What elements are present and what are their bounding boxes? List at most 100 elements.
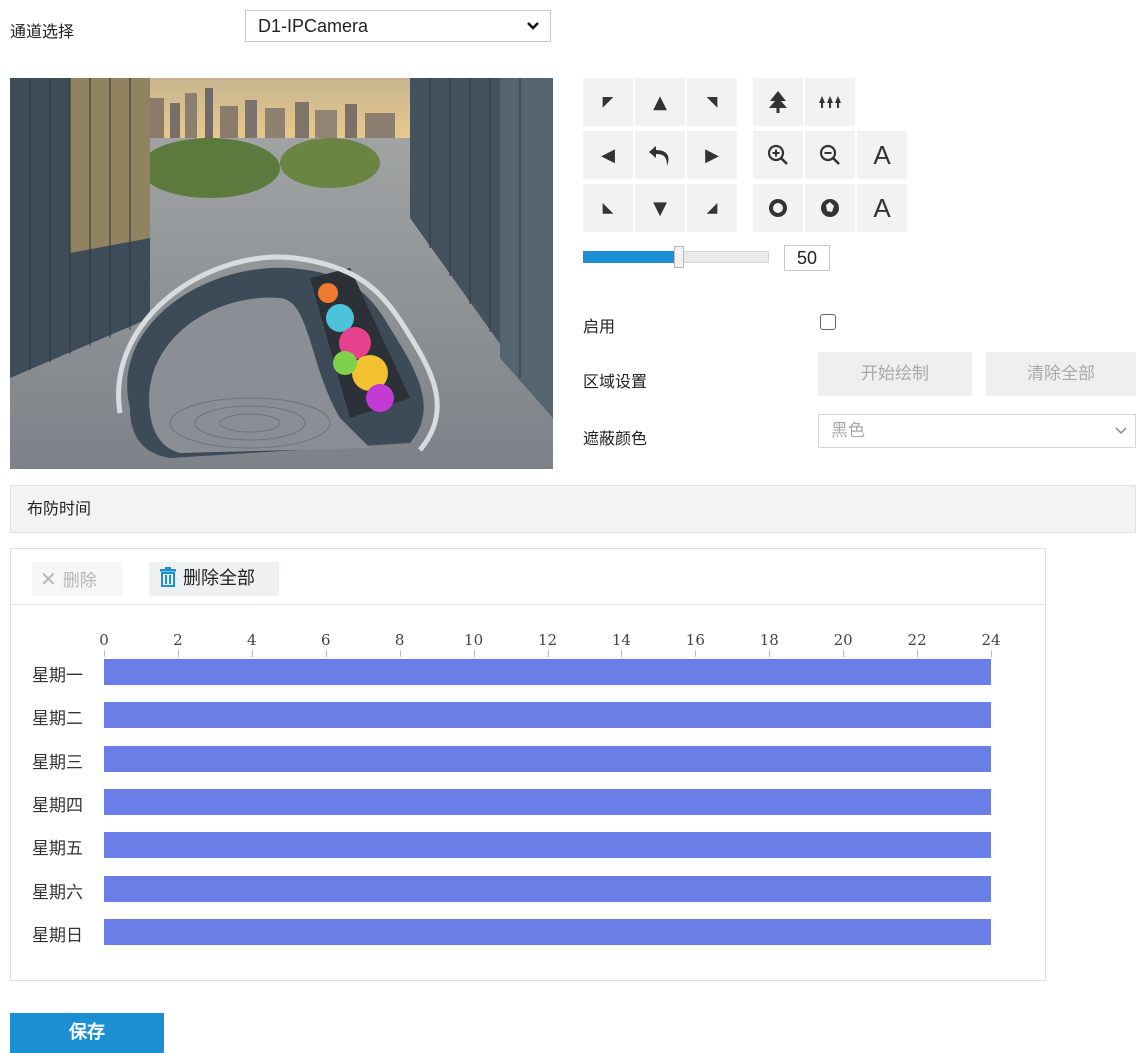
hour-tick-label: 22 [907,631,927,649]
arrow-down-icon: ▼ [653,197,667,219]
undo-arrow-icon [649,146,669,166]
channel-select-value: D1-IPCamera [258,16,369,36]
hour-tick-mark [769,650,771,657]
ptz-left-button[interactable]: ◀ [583,131,633,179]
day-label: 星期一 [32,666,83,686]
ptz-up-button[interactable]: ▲ [635,78,685,126]
hour-tick-label: 20 [833,631,853,649]
schedule-bar[interactable] [104,702,991,729]
hour-tick-mark [621,650,623,657]
mask-color-label: 遮蔽颜色 [583,429,648,448]
day-label: 星期四 [32,795,83,816]
ptz-down-left-button[interactable]: ◣ [583,184,633,232]
day-label: 星期二 [32,709,83,730]
hour-tick-mark [991,650,992,657]
hour-tick-mark [399,650,401,657]
zoom-wide-button[interactable] [805,78,855,126]
hour-tick-mark [547,650,549,657]
zoom-out-icon [819,144,840,165]
arrow-up-right-icon: ◥ [706,94,718,110]
schedule-bar[interactable] [104,875,991,902]
focus-auto-button[interactable]: A [857,131,907,179]
tree-icon [769,91,787,113]
ptz-down-right-button[interactable]: ◢ [687,184,737,232]
enable-label: 启用 [583,317,616,336]
arrow-up-icon: ▲ [653,91,667,113]
camera-scene-image [10,78,553,469]
hour-tick-label: 4 [247,631,257,649]
ptz-down-button[interactable]: ▼ [635,184,685,232]
hour-tick-label: 24 [981,631,1001,649]
arrow-up-left-icon: ◤ [602,94,614,110]
hour-tick-label: 18 [759,631,779,649]
save-button[interactable]: 保存 [10,1013,164,1053]
hour-tick-mark [473,650,475,657]
iris-open-button[interactable] [753,184,803,232]
speed-slider-fill [583,251,676,263]
hour-tick-mark [104,650,105,657]
schedule-bar[interactable] [104,832,991,859]
trees-icon [819,96,841,108]
zoom-in-button[interactable] [753,131,803,179]
hour-tick-label: 6 [320,631,331,649]
chevron-down-icon [527,22,539,30]
ptz-up-right-button[interactable]: ◥ [687,78,737,126]
day-label: 星期三 [32,752,83,773]
enable-checkbox[interactable] [820,314,836,330]
ptz-right-button[interactable]: ▶ [687,131,737,179]
hour-tick-mark [325,650,327,657]
delete-button[interactable]: ✕ 删除 [32,562,122,596]
mask-color-select[interactable]: 黑色 [818,414,1136,448]
schedule-section-header: 布防时间 [10,485,1136,533]
arrow-down-left-icon: ◣ [602,200,614,216]
zoom-out-button[interactable] [805,131,855,179]
channel-select[interactable]: D1-IPCamera [245,10,551,42]
chevron-down-icon [1115,427,1127,435]
schedule-bar[interactable] [104,918,991,945]
hour-tick-mark [251,650,253,657]
trash-icon [160,567,176,587]
delete-all-button[interactable]: 删除全部 [149,562,279,596]
day-label: 星期六 [32,882,83,903]
speed-slider-thumb[interactable] [674,246,684,268]
zoom-tele-button[interactable] [753,78,803,126]
arrow-down-right-icon: ◢ [706,200,718,216]
start-draw-button[interactable]: 开始绘制 [818,352,972,396]
iris-auto-label: A [873,192,891,223]
iris-auto-button[interactable]: A [857,184,907,232]
schedule-toolbar-divider [11,604,1045,605]
day-label: 星期日 [32,925,83,946]
iris-close-button[interactable] [805,184,855,232]
speed-value-input[interactable]: 50 [784,245,830,271]
channel-label: 通道选择 [10,22,75,41]
focus-auto-label: A [873,139,891,170]
hour-tick-mark [177,650,179,657]
hour-tick-label: 0 [99,631,109,649]
hour-tick-label: 14 [611,631,631,649]
day-label: 星期五 [32,839,83,860]
hour-tick-label: 2 [173,631,183,649]
video-preview[interactable] [10,78,553,469]
hour-tick-mark [917,650,919,657]
hour-tick-label: 12 [537,631,558,649]
delete-all-label: 删除全部 [183,568,255,589]
clear-all-button[interactable]: 清除全部 [986,352,1136,396]
ptz-up-left-button[interactable]: ◤ [583,78,633,126]
schedule-bar[interactable] [104,745,991,772]
hour-tick-label: 8 [394,631,405,649]
hour-tick-mark [695,650,697,657]
delete-label: 删除 [62,571,97,591]
mask-color-value: 黑色 [831,421,865,441]
aperture-open-icon [769,199,787,217]
close-icon: ✕ [40,567,57,591]
zoom-in-icon [767,144,788,165]
hour-tick-label: 10 [464,631,484,649]
hour-tick-label: 16 [685,631,705,649]
aperture-close-icon [821,199,839,217]
ptz-reset-button[interactable] [635,131,685,179]
schedule-bar[interactable] [104,659,991,685]
region-setting-label: 区域设置 [583,372,648,391]
schedule-bar[interactable] [104,788,991,815]
hour-tick-mark [843,650,845,657]
arrow-right-icon: ▶ [705,144,719,166]
